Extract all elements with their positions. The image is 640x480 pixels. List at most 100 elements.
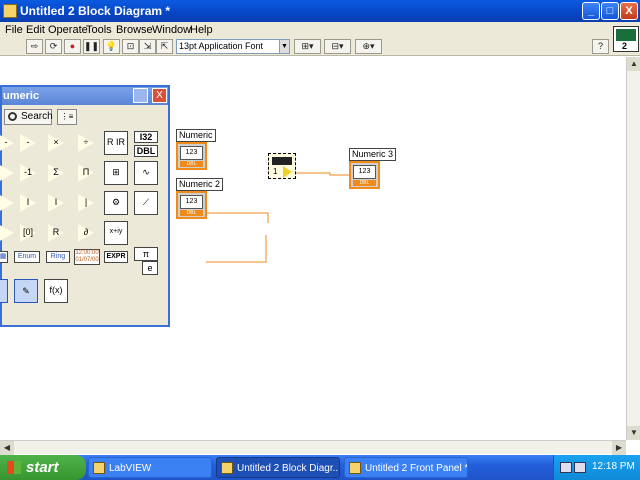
numeric-palette[interactable]: umeric X Search ⋮≡ - - × ÷ R IR I32 DBL … (0, 85, 170, 327)
numeric-label[interactable]: Numeric (176, 129, 216, 142)
volume-icon[interactable] (574, 462, 586, 473)
add-arrow-icon (283, 166, 292, 178)
ring-constant-icon[interactable]: Ring (46, 251, 70, 263)
menu-browse[interactable]: Browse (116, 24, 153, 36)
reorder-icon[interactable]: ⊕▾ (355, 39, 382, 54)
divide-function-icon[interactable]: ÷ (74, 131, 98, 155)
horizontal-scrollbar[interactable]: ◀ ▶ (0, 440, 626, 455)
multiply-function-icon[interactable]: × (44, 131, 68, 155)
numeric-constant-icon[interactable]: ▦ (0, 251, 8, 263)
numeric-3-terminal-type: DBL (353, 180, 376, 186)
labview-task-icon (93, 462, 105, 474)
font-selector[interactable]: 13pt Application Font ▼ (176, 39, 290, 54)
menu-edit[interactable]: Edit (26, 24, 45, 36)
align-objects-icon[interactable]: ⊞▾ (294, 39, 321, 54)
close-button[interactable]: X (620, 2, 638, 20)
numeric-3-terminal[interactable]: 123 DBL (349, 161, 380, 189)
highlight-execution-icon[interactable]: 💡 (103, 39, 120, 54)
palette-search-label: Search (21, 111, 53, 122)
pause-icon[interactable]: ❚❚ (83, 39, 100, 54)
task-labview[interactable]: LabVIEW (88, 457, 212, 478)
eraser-icon[interactable]: ✎ (14, 279, 38, 303)
toolbar: ⇨ ⟳ ● ❚❚ 💡 ⊡ ⇲ ⇱ 13pt Application Font ▼… (0, 38, 640, 56)
subtract-function-icon[interactable]: - (16, 131, 40, 155)
square-root-icon[interactable]: [0] (16, 221, 40, 245)
scroll-down-icon[interactable]: ▼ (627, 426, 640, 440)
retain-wire-values-icon[interactable]: ⊡ (122, 39, 139, 54)
network-icon[interactable] (560, 462, 572, 473)
formula-icon[interactable]: f(x) (44, 279, 68, 303)
menu-bar: File Edit Operate Tools Browse Window He… (0, 22, 640, 38)
numeric-2-terminal[interactable]: 123 DBL (176, 191, 207, 219)
round-down-icon[interactable]: I (44, 191, 68, 215)
scroll-left-icon[interactable]: ◀ (0, 441, 14, 455)
e-constant-icon[interactable]: e (142, 261, 158, 275)
numeric-terminal-value: 123 (180, 146, 203, 160)
wire-numeric-to-add (206, 212, 269, 223)
enum-constant-icon[interactable]: Enum (14, 251, 40, 263)
trig-functions-icon[interactable]: ∿ (134, 161, 158, 185)
to-i32-icon[interactable]: I32 (134, 131, 158, 143)
menu-operate[interactable]: Operate (48, 24, 88, 36)
minimize-button[interactable]: _ (582, 2, 600, 20)
front-panel-task-icon (349, 462, 361, 474)
wire-add-to-numeric3 (296, 172, 349, 176)
menu-tools[interactable]: Tools (86, 24, 112, 36)
numeric-terminal[interactable]: 123 DBL (176, 142, 207, 170)
add-function-node[interactable]: 1 (268, 153, 296, 179)
scroll-right-icon[interactable]: ▶ (612, 441, 626, 455)
multiply-array-elements-icon[interactable]: Π (74, 161, 98, 185)
pi-constant-icon[interactable]: π (134, 247, 158, 261)
task-block-diagram-label: Untitled 2 Block Diagr... (237, 463, 340, 474)
add-array-elements-icon[interactable]: Σ (44, 161, 68, 185)
menu-window[interactable]: Window (152, 24, 191, 36)
palette-minimize-button[interactable] (133, 88, 148, 103)
run-continuously-icon[interactable]: ⟳ (45, 39, 62, 54)
window-titlebar[interactable]: Untitled 2 Block Diagram * _ □ X (0, 0, 640, 22)
square-icon[interactable]: R (44, 221, 68, 245)
compound-arithmetic-icon[interactable]: ⊞ (104, 161, 128, 185)
distribute-objects-icon[interactable]: ⊟▾ (324, 39, 351, 54)
step-into-icon[interactable]: ⇲ (139, 39, 156, 54)
to-dbl-icon[interactable]: DBL (134, 145, 158, 157)
palette-search-button[interactable]: Search (4, 109, 53, 125)
maximize-button[interactable]: □ (601, 2, 619, 20)
taskbar: start LabVIEW Untitled 2 Block Diagr... … (0, 455, 640, 480)
numeric-3-label[interactable]: Numeric 3 (349, 148, 397, 161)
timestamp-constant-icon[interactable]: 12:00:00 01/07/00 (74, 249, 100, 265)
run-arrow-icon[interactable]: ⇨ (26, 39, 43, 54)
quotient-remainder-icon[interactable]: R IR (104, 131, 128, 155)
wire-numeric2-to-add (206, 235, 267, 263)
round-up-icon[interactable]: | (74, 191, 98, 215)
palette-close-button[interactable]: X (152, 88, 167, 103)
help-icon[interactable]: ? (592, 39, 609, 54)
task-labview-label: LabVIEW (109, 463, 152, 474)
palette-view-button[interactable]: ⋮≡ (57, 109, 77, 125)
scroll-up-icon[interactable]: ▲ (627, 57, 640, 71)
expression-node-icon[interactable]: EXPR (104, 251, 128, 263)
round-nearest-icon[interactable]: I (16, 191, 40, 215)
task-block-diagram[interactable]: Untitled 2 Block Diagr... (216, 457, 340, 478)
complex-icon[interactable]: x+iy (104, 221, 128, 245)
windows-logo-icon (7, 461, 21, 474)
window-title: Untitled 2 Block Diagram * (20, 4, 171, 18)
numeric-2-label[interactable]: Numeric 2 (176, 178, 224, 191)
system-tray: 12:18 PM (553, 455, 640, 480)
menu-help[interactable]: Help (190, 24, 213, 36)
decrement-icon[interactable]: -1 (16, 161, 40, 185)
task-front-panel[interactable]: Untitled 2 Front Panel * (344, 457, 468, 478)
data-manipulation-icon[interactable]: ⚙ (104, 191, 128, 215)
clock[interactable]: 12:18 PM (592, 461, 635, 472)
abort-icon[interactable]: ● (64, 39, 81, 54)
palette-selected-item-icon[interactable] (0, 279, 8, 303)
menu-file[interactable]: File (5, 24, 23, 36)
start-button[interactable]: start (0, 455, 86, 480)
negate-icon[interactable]: ∂ (74, 221, 98, 245)
vi-icon[interactable]: 2 (613, 26, 639, 52)
numeric-2-terminal-value: 123 (180, 195, 203, 209)
step-over-icon[interactable]: ⇱ (156, 39, 173, 54)
start-label: start (26, 459, 59, 476)
vertical-scrollbar[interactable]: ▲ ▼ (626, 57, 640, 440)
exponential-icon[interactable]: ⟋ (134, 191, 158, 215)
add-node-display (272, 157, 292, 165)
